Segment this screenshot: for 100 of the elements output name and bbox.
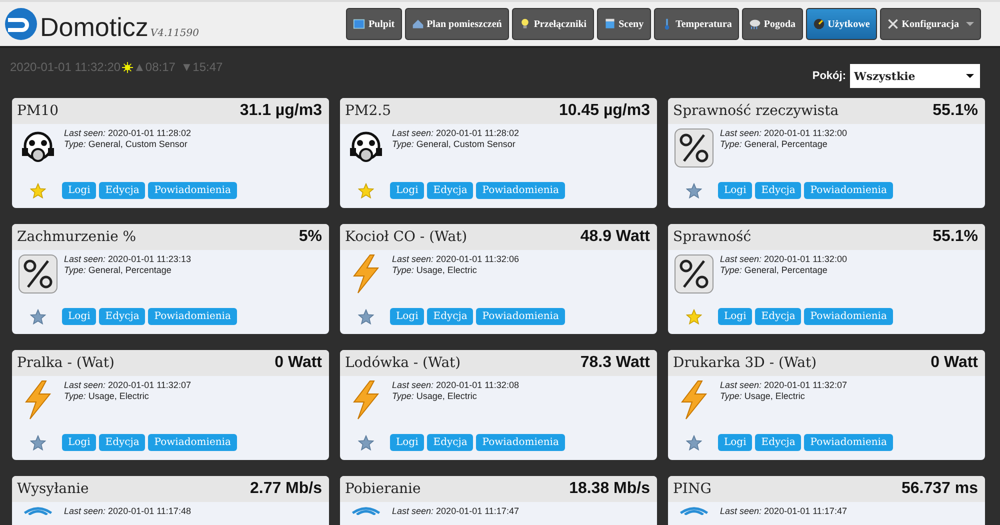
field-label: Type: — [392, 265, 414, 275]
device-name: Pobieranie — [345, 481, 421, 497]
device-action-button[interactable]: Powiadomienia — [148, 182, 237, 199]
field-label: Last seen: — [720, 128, 762, 138]
device-value: 0 Watt — [930, 354, 978, 372]
device-action-button[interactable]: Logi — [718, 182, 752, 199]
device-action-button[interactable]: Edycja — [755, 434, 802, 451]
field-label: Last seen: — [392, 128, 434, 138]
room-dropdown[interactable]: Wszystkie — [850, 64, 980, 88]
device-name: Sprawność rzeczywista — [673, 103, 839, 119]
percent-icon — [18, 254, 58, 294]
device-value: 48.9 Watt — [580, 228, 650, 246]
device-action-button[interactable]: Powiadomienia — [476, 182, 565, 199]
device-action-button[interactable]: Edycja — [427, 308, 474, 325]
sunset-text: ▼15:47 — [180, 60, 223, 74]
type-text: Usage, Electric — [744, 391, 805, 401]
wifi-icon — [679, 506, 709, 515]
device-action-button[interactable]: Logi — [390, 308, 424, 325]
favorite-star-icon[interactable] — [30, 182, 46, 198]
house-icon — [412, 18, 424, 30]
device-action-button[interactable]: Powiadomienia — [804, 308, 893, 325]
logo-icon — [4, 7, 38, 41]
field-label: Type: — [720, 265, 742, 275]
device-action-button[interactable]: Logi — [390, 434, 424, 451]
device-action-button[interactable]: Logi — [62, 434, 96, 451]
nav-tab[interactable]: Sceny — [596, 8, 651, 40]
device-action-button[interactable]: Edycja — [755, 182, 802, 199]
device-action-button[interactable]: Logi — [718, 434, 752, 451]
device-action-button[interactable]: Powiadomienia — [804, 182, 893, 199]
bulb-icon — [518, 18, 531, 30]
device-name: Drukarka 3D - (Wat) — [673, 355, 817, 371]
field-label: Last seen: — [64, 254, 106, 264]
nav-tab[interactable]: Pulpit — [346, 8, 402, 40]
device-action-button[interactable]: Edycja — [427, 434, 474, 451]
device-action-button[interactable]: Logi — [62, 182, 96, 199]
device-action-button[interactable]: Powiadomienia — [804, 434, 893, 451]
device-name: PING — [673, 481, 712, 497]
device-action-button[interactable]: Edycja — [99, 434, 146, 451]
nav-tab[interactable]: Przełączniki — [512, 8, 594, 40]
nav-tab[interactable]: Temperatura — [654, 8, 739, 40]
last-seen-text: 2020-01-01 11:32:00 — [764, 128, 847, 138]
datetime-text: 2020-01-01 11:32:20 — [10, 60, 121, 74]
type-text: General, Percentage — [88, 265, 172, 275]
favorite-star-icon[interactable] — [30, 434, 46, 450]
nav-tab[interactable]: Użytkowe — [806, 8, 877, 40]
tools-icon — [886, 18, 899, 30]
favorite-star-icon[interactable] — [686, 182, 702, 198]
field-label: Type: — [64, 139, 86, 149]
cloud-icon — [748, 18, 761, 30]
nav-tab[interactable]: Konfiguracja — [880, 8, 981, 40]
device-value: 2.77 Mb/s — [250, 480, 322, 498]
field-label: Last seen: — [392, 254, 434, 264]
last-seen-text: 2020-01-01 11:32:07 — [764, 380, 847, 390]
field-label: Type: — [64, 391, 86, 401]
room-label: Pokój: — [812, 70, 846, 82]
field-label: Type: — [392, 391, 414, 401]
device-action-button[interactable]: Edycja — [427, 182, 474, 199]
scene-icon — [604, 18, 616, 30]
version-text: V4.11590 — [150, 28, 199, 39]
type-text: General, Percentage — [744, 139, 828, 149]
type-text: Usage, Electric — [88, 391, 149, 401]
device-action-button[interactable]: Logi — [62, 308, 96, 325]
favorite-star-icon[interactable] — [358, 434, 374, 450]
device-name: Sprawność — [673, 229, 752, 245]
type-text: General, Custom Sensor — [416, 139, 516, 149]
last-seen-text: 2020-01-01 11:32:00 — [764, 254, 847, 264]
device-name: Pralka - (Wat) — [17, 355, 114, 371]
last-seen-text: 2020-01-01 11:17:47 — [764, 506, 847, 516]
last-seen-text: 2020-01-01 11:28:02 — [436, 128, 519, 138]
device-action-button[interactable]: Edycja — [755, 308, 802, 325]
device-action-button[interactable]: Powiadomienia — [148, 308, 237, 325]
device-name: PM10 — [17, 103, 59, 119]
device-action-button[interactable]: Logi — [718, 308, 752, 325]
favorite-star-icon[interactable] — [30, 308, 46, 324]
device-name: Zachmurzenie % — [17, 229, 136, 245]
field-label: Last seen: — [64, 128, 106, 138]
device-action-button[interactable]: Powiadomienia — [476, 308, 565, 325]
device-value: 18.38 Mb/s — [569, 480, 650, 498]
field-label: Type: — [64, 265, 86, 275]
percent-icon — [674, 254, 714, 294]
favorite-star-icon[interactable] — [358, 182, 374, 198]
last-seen-text: 2020-01-01 11:32:07 — [108, 380, 191, 390]
favorite-star-icon[interactable] — [686, 434, 702, 450]
device-name: Wysyłanie — [17, 481, 89, 497]
favorite-star-icon[interactable] — [358, 308, 374, 324]
sun-icon — [122, 62, 133, 72]
field-label: Type: — [720, 391, 742, 401]
device-action-button[interactable]: Logi — [390, 182, 424, 199]
device-action-button[interactable]: Edycja — [99, 308, 146, 325]
device-action-button[interactable]: Powiadomienia — [476, 434, 565, 451]
device-value: 5% — [298, 228, 322, 246]
field-label: Last seen: — [720, 254, 762, 264]
nav-tab[interactable]: Pogoda — [742, 8, 803, 40]
device-value: 78.3 Watt — [580, 354, 650, 372]
device-value: 0 Watt — [274, 354, 322, 372]
device-action-button[interactable]: Powiadomienia — [148, 434, 237, 451]
nav-tab[interactable]: Plan pomieszczeń — [404, 8, 509, 40]
type-text: General, Custom Sensor — [88, 139, 188, 149]
favorite-star-icon[interactable] — [686, 308, 702, 324]
device-action-button[interactable]: Edycja — [99, 182, 146, 199]
